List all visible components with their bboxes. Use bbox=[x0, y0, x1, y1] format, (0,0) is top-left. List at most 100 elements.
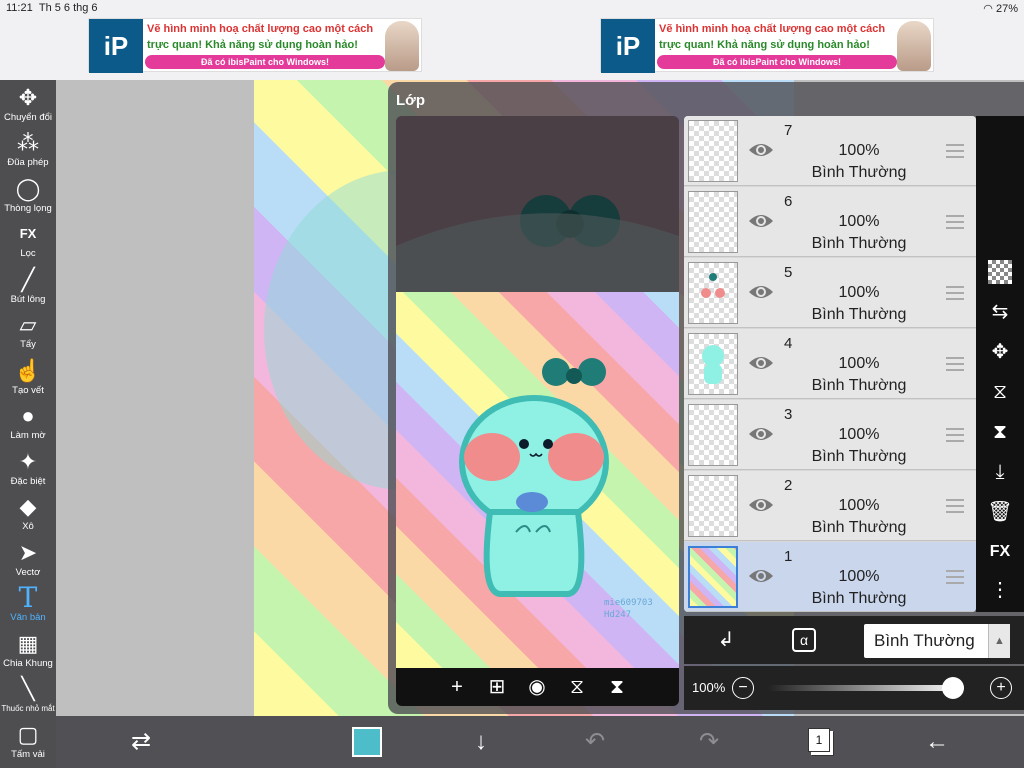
eye-visible-icon[interactable] bbox=[748, 424, 774, 444]
eye-visible-icon[interactable] bbox=[748, 140, 774, 160]
drag-handle-icon[interactable] bbox=[946, 215, 964, 229]
tool-special[interactable]: ✦ Đặc biệt bbox=[0, 448, 56, 494]
arrow-down-icon[interactable]: ↓ bbox=[466, 727, 496, 757]
tool-transform[interactable]: ✥ Chuyển đổi bbox=[0, 84, 56, 130]
drag-handle-icon[interactable] bbox=[946, 499, 964, 513]
alpha-lock-icon[interactable]: α bbox=[792, 628, 816, 652]
status-date: Th 5 6 thg 6 bbox=[38, 2, 98, 14]
flip-horizontal-icon[interactable]: ⧖ bbox=[986, 378, 1014, 406]
move-layer-icon[interactable]: ✥ bbox=[986, 338, 1014, 366]
drag-handle-icon[interactable] bbox=[946, 357, 964, 371]
tool-frame-divider[interactable]: ▦ Chia Khung bbox=[0, 630, 56, 676]
eye-visible-icon[interactable] bbox=[748, 566, 774, 586]
layer-row-1[interactable]: 1 100% Bình Thường bbox=[684, 542, 976, 612]
eye-visible-icon[interactable] bbox=[748, 211, 774, 231]
preview-toolbar: + ⊞ ◉ ⧖ ⧗ bbox=[396, 668, 679, 706]
layer-number: 3 bbox=[784, 406, 793, 423]
drag-handle-icon[interactable] bbox=[946, 286, 964, 300]
chevron-up-icon: ▲ bbox=[988, 624, 1010, 658]
drag-handle-icon[interactable] bbox=[946, 570, 964, 584]
eye-visible-icon[interactable] bbox=[748, 282, 774, 302]
tool-bucket[interactable]: ◆ Xô bbox=[0, 493, 56, 539]
drag-handle-icon[interactable] bbox=[946, 144, 964, 158]
opacity-decrease-button[interactable]: − bbox=[732, 677, 754, 699]
blend-mode-bar: ↲ α Bình Thường ▲ bbox=[684, 616, 1024, 664]
layer-thumbnail bbox=[688, 333, 738, 395]
layer-number: 7 bbox=[784, 122, 793, 139]
layer-row-6[interactable]: 6 100% Bình Thường bbox=[684, 187, 976, 257]
layer-row-5[interactable]: 5 100% Bình Thường bbox=[684, 258, 976, 328]
ad-line2: trực quan! Khả năng sử dụng hoàn hảo! bbox=[147, 39, 358, 51]
layer-row-7[interactable]: 7 100% Bình Thường bbox=[684, 116, 976, 186]
layer-row-2[interactable]: 2 100% Bình Thường bbox=[684, 471, 976, 541]
tool-magic-wand[interactable]: ⁂ Đũa phép bbox=[0, 129, 56, 175]
layer-opacity: 100% bbox=[838, 284, 880, 301]
tool-brush[interactable]: ╱ Bút lông bbox=[0, 266, 56, 312]
bottom-toolbar: ⇄ ↓ ↶ ↷ 1 ← bbox=[56, 716, 1024, 768]
more-options-icon[interactable]: ⋮ bbox=[986, 576, 1014, 604]
clipping-icon[interactable]: ↲ bbox=[712, 626, 740, 654]
layer-side-toolbar: ⇆ ✥ ⧖ ⧗ ⤓ 🗑 FX ⋮ bbox=[976, 116, 1024, 612]
tool-text[interactable]: T Văn bản bbox=[0, 584, 56, 630]
blend-mode-value: Bình Thường bbox=[874, 631, 975, 650]
canvas-icon: ▢ bbox=[17, 722, 39, 747]
tool-filter[interactable]: FX Lọc bbox=[0, 220, 56, 266]
add-layer-icon[interactable]: + bbox=[444, 674, 470, 700]
blend-mode-select[interactable]: Bình Thường ▲ bbox=[864, 624, 1010, 658]
back-arrow-icon[interactable]: ← bbox=[922, 727, 952, 757]
move-icon: ✥ bbox=[18, 85, 38, 110]
trash-icon[interactable]: 🗑 bbox=[986, 498, 1014, 526]
tool-vector[interactable]: ➤ Vectơ bbox=[0, 539, 56, 585]
ad-cta[interactable]: Đã có ibisPaint cho Windows! bbox=[657, 55, 897, 69]
layer-preview[interactable]: mie609703 Hd247 bbox=[396, 116, 679, 678]
opacity-increase-button[interactable]: + bbox=[990, 677, 1012, 699]
opacity-bar: 100% − + bbox=[684, 666, 1024, 710]
opacity-slider-thumb[interactable] bbox=[942, 677, 964, 699]
brush-switch-icon[interactable]: ⇄ bbox=[126, 727, 156, 757]
layer-thumbnail bbox=[688, 191, 738, 253]
ad-line1: Vẽ hình minh hoạ chất lượng cao một cách bbox=[659, 23, 886, 35]
ad-banner-left[interactable]: iP Vẽ hình minh hoạ chất lượng cao một c… bbox=[88, 18, 422, 73]
add-special-layer-icon[interactable]: ⊞ bbox=[484, 674, 510, 700]
status-battery: ◠ 27% bbox=[983, 3, 1018, 15]
flip-vertical-icon[interactable]: ⧗ bbox=[604, 674, 630, 700]
tool-eraser[interactable]: ▱ Tẩy bbox=[0, 311, 56, 357]
redo-icon[interactable]: ↷ bbox=[694, 727, 724, 757]
layer-row-4[interactable]: 4 100% Bình Thường bbox=[684, 329, 976, 399]
layer-fx-icon[interactable]: FX bbox=[986, 538, 1014, 566]
layer-thumbnail bbox=[688, 120, 738, 182]
vector-cursor-icon: ➤ bbox=[18, 540, 38, 565]
flip-vertical-icon[interactable]: ⧗ bbox=[986, 418, 1014, 446]
drag-handle-icon[interactable] bbox=[946, 428, 964, 442]
tool-blur[interactable]: ● Làm mờ bbox=[0, 402, 56, 448]
eye-visible-icon[interactable] bbox=[748, 353, 774, 373]
swap-layer-icon[interactable]: ⇆ bbox=[986, 298, 1014, 326]
layer-opacity: 100% bbox=[838, 497, 880, 514]
tool-smudge[interactable]: ☝ Tạo vết bbox=[0, 357, 56, 403]
lasso-icon: ◯ bbox=[15, 176, 41, 201]
layer-number: 2 bbox=[784, 477, 793, 494]
watermark-line1: mie609703 bbox=[604, 598, 653, 608]
layer-opacity: 100% bbox=[838, 568, 880, 585]
layer-thumbnail bbox=[688, 546, 738, 608]
tool-lasso[interactable]: ◯ Thòng lọng bbox=[0, 175, 56, 221]
layers-button[interactable]: 1 bbox=[808, 728, 830, 752]
ad-banner-right[interactable]: iP Vẽ hình minh hoạ chất lượng cao một c… bbox=[600, 18, 934, 73]
transparent-checker-icon[interactable] bbox=[988, 260, 1012, 284]
text-icon: T bbox=[18, 581, 38, 614]
layer-opacity: 100% bbox=[838, 426, 880, 443]
camera-icon[interactable]: ◉ bbox=[524, 674, 550, 700]
ad-cta[interactable]: Đã có ibisPaint cho Windows! bbox=[145, 55, 385, 69]
undo-icon[interactable]: ↶ bbox=[580, 727, 610, 757]
eye-visible-icon[interactable] bbox=[748, 495, 774, 515]
flip-horizontal-icon[interactable]: ⧖ bbox=[564, 674, 590, 700]
tool-canvas[interactable]: ▢ Tấm vải bbox=[0, 721, 56, 767]
layer-row-3[interactable]: 3 100% Bình Thường bbox=[684, 400, 976, 470]
layer-list[interactable]: 7 100% Bình Thường 6 100% Bình Thường 5 … bbox=[684, 116, 976, 612]
preview-bow-shadow bbox=[396, 195, 679, 292]
opacity-slider[interactable] bbox=[768, 677, 964, 699]
tool-eyedropper[interactable]: ╲ Thuốc nhỏ mắt bbox=[0, 675, 56, 721]
layer-thumb-face bbox=[701, 273, 725, 298]
merge-down-icon[interactable]: ⤓ bbox=[986, 458, 1014, 486]
current-color-swatch[interactable] bbox=[352, 727, 382, 757]
